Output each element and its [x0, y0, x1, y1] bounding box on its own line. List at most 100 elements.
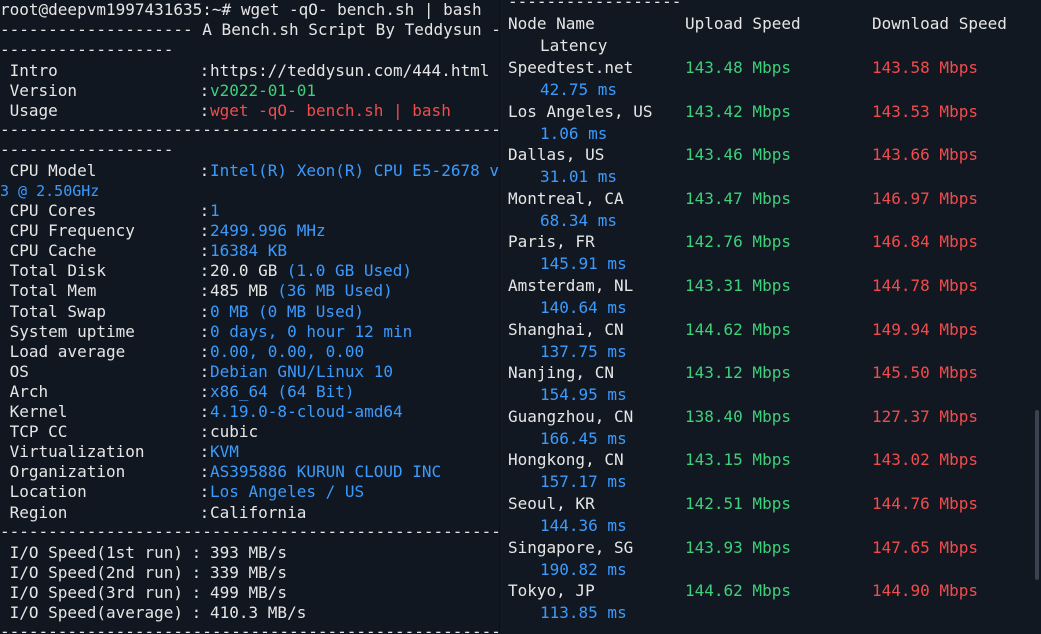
node-name: Paris, FR	[508, 232, 595, 252]
download-speed: 143.66 Mbps	[872, 145, 978, 165]
sysinfo-label: Virtualization	[0, 442, 145, 462]
sysinfo-extra: (0 MB Used)	[258, 301, 364, 321]
io-value: 393 MB/s	[210, 543, 288, 562]
upload-speed: 143.15 Mbps	[685, 450, 791, 470]
sysinfo-value: Los Angeles / US	[210, 482, 365, 502]
latency: 145.91 ms	[540, 254, 627, 274]
terminal-left-pane[interactable]: root@deepvm1997431635:~# wget -qO- bench…	[0, 0, 499, 634]
node-name: Speedtest.net	[508, 58, 634, 77]
latency: 144.36 ms	[540, 516, 627, 535]
node-name: Los Angeles, US	[508, 101, 653, 121]
node-name: Seoul, KR	[508, 494, 595, 513]
sysinfo-value: 0 MB	[210, 301, 249, 321]
download-speed: 144.76 Mbps	[872, 494, 978, 513]
sysinfo-label: CPU Cores	[0, 201, 97, 220]
divider: ----------------------------------------…	[0, 522, 499, 541]
download-speed: 143.02 Mbps	[872, 450, 978, 470]
node-name: Dallas, US	[508, 145, 605, 165]
sysinfo-value: 1	[210, 201, 220, 220]
sysinfo-value: x86_64 (64 Bit)	[210, 381, 355, 401]
latency: 31.01 ms	[540, 167, 618, 187]
latency: 68.34 ms	[540, 210, 618, 230]
upload-speed: 143.47 Mbps	[685, 188, 791, 208]
header-upload-speed: Upload Speed	[685, 14, 801, 33]
sysinfo-value: AS395886 KURUN CLOUD INC	[210, 462, 442, 482]
download-speed: 149.94 Mbps	[872, 319, 978, 339]
cpu-model-value: Intel(R) Xeon(R) CPU E5-2678 v	[210, 161, 499, 180]
sysinfo-value: 4.19.0-8-cloud-amd64	[210, 402, 403, 421]
upload-speed: 142.76 Mbps	[685, 232, 791, 252]
node-name: Amsterdam, NL	[508, 276, 634, 295]
sysinfo-value: cubic	[210, 422, 259, 442]
sysinfo-value: 0.00, 0.00, 0.00	[210, 341, 365, 361]
download-speed: 143.53 Mbps	[872, 101, 978, 121]
sysinfo-label: Total Mem	[0, 281, 97, 301]
node-name: Montreal, CA	[508, 188, 624, 208]
sysinfo-label: CPU Cache	[0, 241, 97, 261]
upload-speed: 142.51 Mbps	[685, 494, 791, 513]
separator: :	[182, 603, 211, 623]
header-latency: Latency	[540, 36, 608, 55]
sysinfo-extra: (36 MB Used)	[277, 281, 393, 301]
sysinfo-label: Load average	[0, 341, 126, 361]
separator: :	[182, 583, 211, 603]
header-node-name: Node Name	[508, 14, 595, 33]
download-speed: 144.90 Mbps	[872, 581, 978, 601]
io-value: 410.3 MB/s	[210, 603, 307, 623]
node-name: Tokyo, JP	[508, 581, 595, 601]
io-value: 339 MB/s	[210, 563, 288, 583]
terminal-right-pane[interactable]: ------------------ Node Name Upload Spee…	[500, 0, 1041, 634]
node-name: Guangzhou, CN	[508, 406, 634, 426]
latency: 154.95 ms	[540, 385, 627, 405]
intro-label: Intro	[0, 61, 58, 80]
sysinfo-label: Total Disk	[0, 261, 106, 281]
io-label: I/O Speed(average)	[0, 603, 184, 623]
intro-label: Usage	[0, 101, 58, 120]
sysinfo-extra: (1.0 GB Used)	[286, 261, 413, 281]
divider: ------------------	[0, 40, 174, 59]
sysinfo-value: 20.0 GB	[210, 261, 278, 281]
sysinfo-label: Total Swap	[0, 301, 106, 321]
node-name: Hongkong, CN	[508, 450, 624, 470]
io-label: I/O Speed(3rd run)	[0, 583, 184, 603]
upload-speed: 144.62 Mbps	[685, 319, 791, 339]
download-speed: 146.97 Mbps	[872, 188, 978, 208]
latency: 166.45 ms	[540, 428, 627, 448]
intro-value: wget -qO- bench.sh | bash	[210, 101, 451, 120]
latency: 137.75 ms	[540, 341, 627, 361]
download-speed: 146.84 Mbps	[872, 232, 978, 252]
sysinfo-label: OS	[0, 361, 29, 381]
intro-value: https://teddysun.com/444.html	[210, 61, 490, 80]
command-prompt: root@deepvm1997431635:~# wget -qO- bench…	[0, 0, 482, 19]
latency: 190.82 ms	[540, 559, 627, 579]
sysinfo-label: System uptime	[0, 321, 135, 341]
sysinfo-value: 2499.996 MHz	[210, 221, 326, 241]
download-speed: 147.65 Mbps	[872, 537, 978, 557]
sysinfo-label: Organization	[0, 462, 126, 482]
scrollbar[interactable]	[1035, 410, 1039, 580]
banner: -------------------- A Bench.sh Script B…	[0, 20, 499, 39]
download-speed: 144.78 Mbps	[872, 276, 978, 295]
upload-speed: 138.40 Mbps	[685, 406, 791, 426]
separator: :	[182, 543, 211, 562]
io-label: I/O Speed(1st run)	[0, 543, 184, 562]
divider: ----------------------------------------…	[0, 622, 499, 634]
io-label: I/O Speed(2nd run)	[0, 563, 184, 583]
sysinfo-label: Location	[0, 482, 87, 502]
cpu-model-label: CPU Model	[0, 161, 97, 180]
upload-speed: 143.46 Mbps	[685, 145, 791, 165]
upload-speed: 143.31 Mbps	[685, 276, 791, 295]
download-speed: 143.58 Mbps	[872, 58, 978, 77]
download-speed: 127.37 Mbps	[872, 406, 978, 426]
intro-value: v2022-01-01	[210, 81, 316, 100]
sysinfo-value: 16384 KB	[210, 241, 288, 261]
cpu-model-wrap: 3 @ 2.50GHz	[0, 182, 100, 200]
sysinfo-label: Arch	[0, 381, 49, 401]
sysinfo-value: California	[210, 502, 307, 522]
sysinfo-label: CPU Frequency	[0, 221, 135, 241]
sysinfo-value: KVM	[210, 442, 239, 462]
header-download-speed: Download Speed	[872, 14, 1007, 33]
latency: 140.64 ms	[540, 298, 627, 317]
upload-speed: 144.62 Mbps	[685, 581, 791, 601]
latency: 1.06 ms	[540, 123, 608, 143]
